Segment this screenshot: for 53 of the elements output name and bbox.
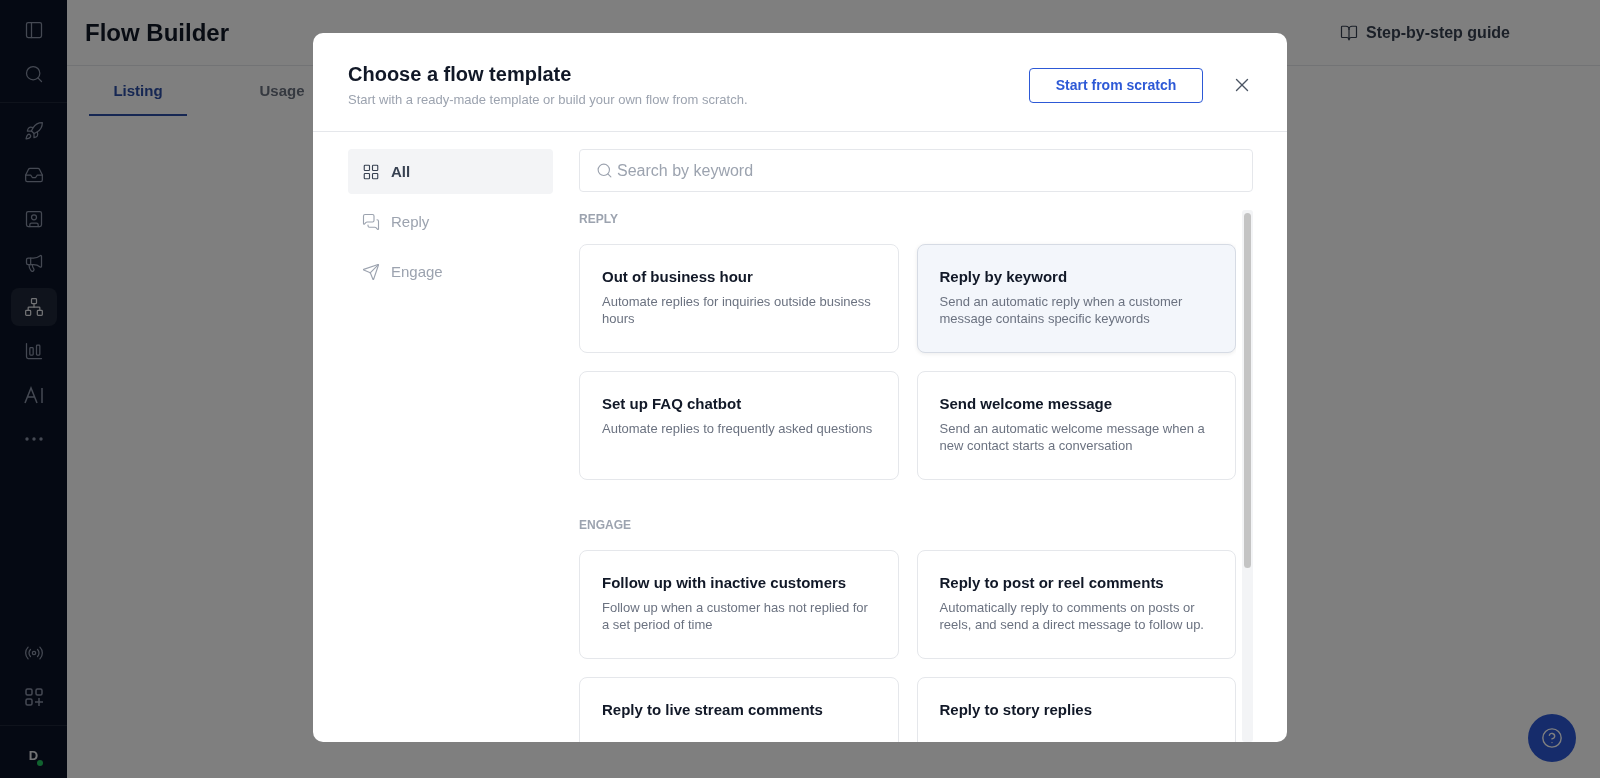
template-card[interactable]: Send welcome message Send an automatic welcome message when a new contact starts a conversation [916,371,1236,480]
template-title: Reply by keyword [939,268,1069,285]
template-card[interactable]: Reply by keyword Send an automatic reply when a customer message contains specific keywords [916,244,1236,353]
more-icon [24,437,43,441]
template-description: Automatically reply to comments on posts or reels, and send a direct message to follow up. [939,599,1205,633]
start-from-scratch-button[interactable]: Start from scratch [1029,67,1203,103]
apps-plus-icon [23,687,44,707]
template-description: Automate replies to frequently asked questions [602,420,874,437]
section-heading: REPLY [579,212,619,226]
contact-icon [23,209,44,229]
section-heading: ENGAGE [579,518,632,532]
search-icon [23,64,44,84]
page-tab[interactable]: Listing [89,66,187,116]
grid-icon [362,162,380,181]
template-title: Reply to story replies [939,701,1094,718]
template-card[interactable]: Reply to story replies [916,677,1236,742]
inbox-icon [23,165,44,185]
template-card[interactable]: Follow up with inactive customers Follow up when a customer has not replied for a set period of time [579,550,899,659]
template-card[interactable]: Reply to live stream comments [579,677,899,742]
bar-chart-icon [23,341,44,361]
help-button[interactable] [1528,714,1576,762]
template-description: Follow up when a customer has not replied for a set period of time [602,599,869,633]
template-card[interactable]: Out of business hour Automate replies for inquiries outside business hours [579,244,899,353]
book-icon [1340,23,1358,42]
template-card[interactable]: Set up FAQ chatbot Automate replies to frequently asked questions [579,371,899,480]
template-title: Out of business hour [602,268,754,285]
template-title: Set up FAQ chatbot [602,395,743,412]
chat-bubbles-icon [362,212,380,231]
page-title: Flow Builder [85,18,229,47]
guide-link[interactable]: Step-by-step guide [1340,23,1510,42]
template-title: Follow up with inactive customers [602,574,848,591]
scrollbar-thumb[interactable] [1244,213,1251,568]
rocket-icon [23,121,44,141]
sidebar-button[interactable] [10,288,57,326]
search-field[interactable]: Search by keyword [579,149,1253,192]
template-description: Send an automatic welcome message when a new contact starts a conversation [939,420,1206,454]
template-title: Send welcome message [939,395,1114,412]
help-icon [1541,727,1563,749]
sidebar-toggle-icon [23,20,44,40]
megaphone-icon [23,253,44,273]
template-title: Reply to live stream comments [602,701,824,718]
template-description: Automate replies for inquiries outside business hours [602,293,872,327]
template-title: Reply to post or reel comments [939,574,1165,591]
dialog-subtitle: Start with a ready-made template or build your own flow from scratch. [348,92,749,107]
template-description: Send an automatic reply when a customer message contains specific keywords [939,293,1184,327]
template-card[interactable]: Reply to post or reel comments Automatically reply to comments on posts or reels, and send a direct message to follow up. [916,550,1236,659]
paper-plane-icon [362,262,380,281]
ai-icon [22,386,45,404]
flow-icon [23,297,44,317]
search-icon [596,162,613,179]
dialog-title: Choose a flow template [348,63,573,86]
category-item[interactable]: All [348,149,553,194]
user-avatar[interactable]: D [18,740,49,770]
